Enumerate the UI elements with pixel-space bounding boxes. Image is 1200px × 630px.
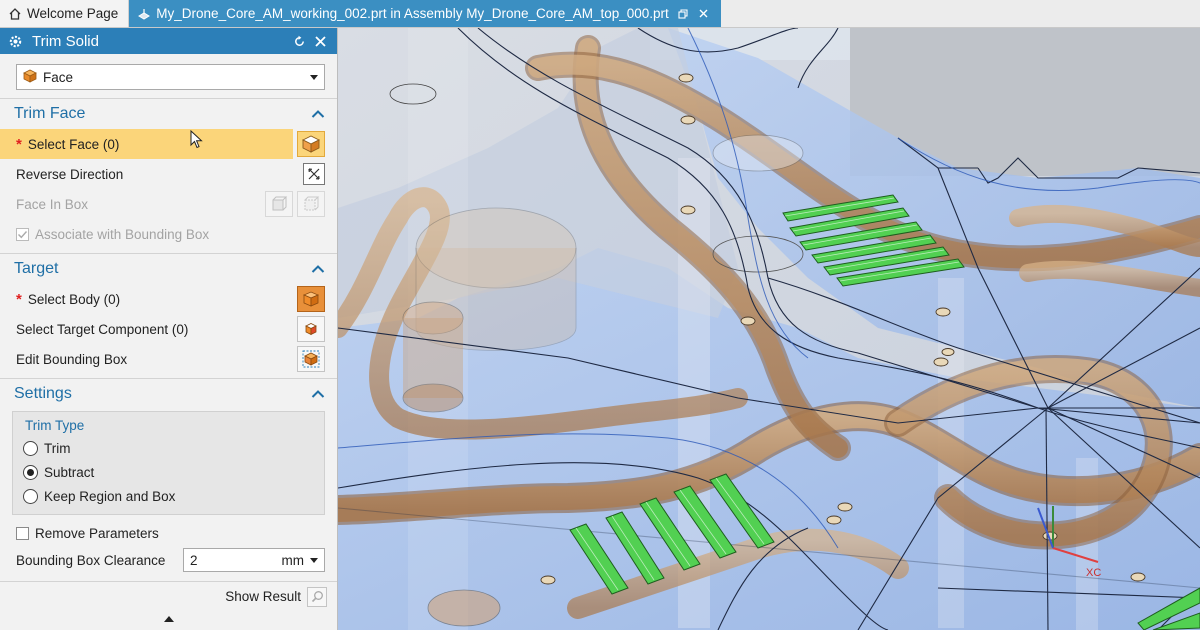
trim-type-title: Trim Type [25,418,85,433]
tab-welcome-page[interactable]: Welcome Page [0,0,130,27]
edit-bounding-box-row[interactable]: Edit Bounding Box [0,344,337,374]
close-dialog-icon[interactable] [311,32,329,50]
restore-window-icon[interactable] [676,7,690,21]
bbox-clearance-label: Bounding Box Clearance [16,552,166,568]
remove-parameters-label: Remove Parameters [35,525,159,541]
component-icon [305,323,317,336]
face-in-box-label: Face In Box [16,196,89,212]
chevron-down-icon [310,74,318,80]
bbox-clearance-unit: mm [281,552,305,568]
trim-face-section: Trim Face * Select Face (0) Reverse Dire… [0,98,337,249]
chevron-down-icon[interactable] [310,557,318,563]
face-in-box-alt-button[interactable] [297,191,325,217]
edit-bounding-box-button[interactable] [297,346,325,372]
remove-parameters-checkbox[interactable] [16,526,29,540]
dialog-title: Trim Solid [32,32,99,50]
reverse-direction-row: Reverse Direction [0,159,337,189]
tab-active-part[interactable]: My_Drone_Core_AM_working_002.prt in Asse… [129,0,721,27]
section-title: Target [14,260,59,277]
select-body-row[interactable]: * Select Body (0) [0,284,337,314]
bbox-clearance-value: 2 [190,552,198,568]
reverse-direction-button[interactable] [303,163,325,185]
mouse-cursor-icon [190,130,203,149]
solid-body-icon [302,291,320,307]
face-in-box-button[interactable] [265,191,293,217]
face-type-icon [23,69,37,86]
collapse-icon [311,264,325,274]
radio-option-trim[interactable]: Trim [13,436,324,460]
remove-parameters-row[interactable]: Remove Parameters [0,521,337,545]
document-tab-bar: Welcome Page My_Drone_Core_AM_working_00… [0,0,1200,28]
radio-button[interactable] [23,488,38,504]
trim-face-header[interactable]: Trim Face [0,99,337,129]
trim-type-dropdown[interactable]: Face [16,64,325,90]
trim-solid-dialog: Trim Solid Face Trim Face * Select Face … [0,28,338,630]
radio-label: Subtract [44,464,95,480]
radio-button[interactable] [23,440,38,456]
bbox-clearance-row: Bounding Box Clearance 2 mm [0,545,337,575]
select-face-label: Select Face (0) [27,136,120,152]
dialog-title-bar: Trim Solid [0,28,337,54]
select-target-component-button[interactable] [297,316,325,342]
cad-model-render[interactable]: XC [338,28,1200,630]
reset-icon[interactable] [290,32,308,50]
select-face-button[interactable] [297,131,325,157]
gear-icon [8,34,26,49]
expand-more-icon[interactable] [164,616,174,622]
show-result-label: Show Result [225,589,301,604]
box-icon [272,196,288,211]
bbox-clearance-input[interactable]: 2 mm [183,548,325,572]
edit-bounding-box-label: Edit Bounding Box [16,351,128,367]
select-body-label: Select Body (0) [27,291,121,307]
trim-type-value: Face [43,69,74,85]
tab-label: Welcome Page [27,6,119,21]
axis-label-xc: XC [1086,567,1101,579]
radio-label: Trim [44,440,71,456]
radio-option-keep-region[interactable]: Keep Region and Box [13,484,324,508]
select-body-button[interactable] [297,286,325,312]
magnifier-icon [311,591,323,603]
show-result-row: Show Result [0,581,337,611]
settings-section: Settings Trim Type Trim Subtract Keep Re… [0,378,337,575]
part-icon [137,7,151,21]
select-face-row[interactable]: * Select Face (0) [0,129,293,159]
reverse-direction-label: Reverse Direction [16,166,124,182]
check-icon [18,230,28,238]
collapse-icon [311,389,325,399]
required-icon: * [16,290,22,308]
home-icon [8,7,22,21]
reverse-arrows-icon [308,168,320,180]
section-title: Trim Face [14,105,86,122]
close-tab-icon[interactable] [697,7,711,21]
target-header[interactable]: Target [0,254,337,284]
show-result-button[interactable] [307,586,327,607]
tab-label: My_Drone_Core_AM_working_002.prt in Asse… [156,6,669,21]
radio-label: Keep Region and Box [44,488,176,504]
face-select-icon [301,135,321,153]
radio-option-subtract[interactable]: Subtract [13,460,324,484]
select-target-component-label: Select Target Component (0) [16,321,189,337]
target-section: Target * Select Body (0) Select Target C… [0,253,337,374]
bounding-box-icon [302,350,320,368]
collapse-icon [311,109,325,119]
select-target-component-row[interactable]: Select Target Component (0) [0,314,337,344]
associate-bbox-label: Associate with Bounding Box [35,226,210,242]
graphics-viewport[interactable]: XC [338,28,1200,630]
face-in-box-row: Face In Box [0,189,337,219]
radio-button-selected[interactable] [23,464,38,480]
box-outline-icon [304,196,320,211]
section-title: Settings [14,385,72,402]
required-icon: * [16,135,22,153]
associate-bbox-row: Associate with Bounding Box [0,219,337,249]
trim-type-group: Trim Type Trim Subtract Keep Region and … [12,411,325,515]
settings-header[interactable]: Settings [0,379,337,409]
associate-bbox-checkbox[interactable] [16,227,29,241]
